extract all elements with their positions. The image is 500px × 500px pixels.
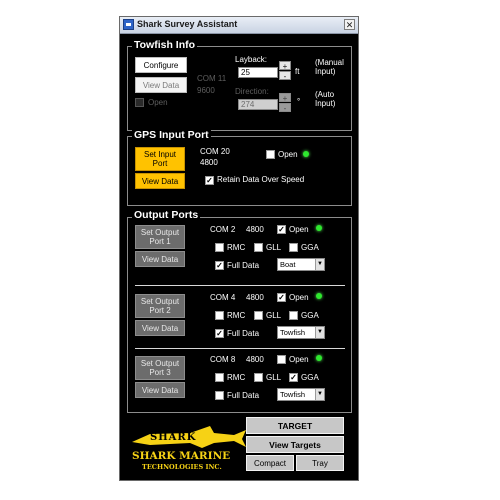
- port-1-gga-checkbox[interactable]: [289, 243, 298, 252]
- towfish-baud: 9600: [197, 86, 215, 95]
- window-title: Shark Survey Assistant: [137, 19, 238, 29]
- port-1-com: COM 2: [210, 225, 236, 234]
- output-ports-title: Output Ports: [132, 209, 201, 221]
- port-2-open-label: Open: [289, 293, 309, 302]
- view-targets-button[interactable]: View Targets: [246, 436, 344, 453]
- port-2-rmc-checkbox[interactable]: [215, 311, 224, 320]
- port-1-gga-label: GGA: [301, 243, 319, 252]
- gps-status-led: [303, 151, 309, 157]
- layback-input[interactable]: 25: [238, 67, 278, 78]
- port-separator-2: [135, 348, 345, 349]
- gps-open-checkbox[interactable]: [266, 150, 275, 159]
- logo-word: SHARK: [150, 432, 197, 443]
- direction-up-button[interactable]: +: [279, 93, 291, 103]
- port-1-full-data-checkbox[interactable]: ✓: [215, 261, 224, 270]
- port-separator-1: [135, 285, 345, 286]
- layback-label: Layback:: [235, 55, 268, 64]
- port-3-open-label: Open: [289, 355, 309, 364]
- gps-com: COM 20: [200, 147, 230, 156]
- tray-button[interactable]: Tray: [296, 455, 344, 471]
- port-1-view-data-button[interactable]: View Data: [135, 251, 185, 267]
- port-2-baud: 4800: [246, 293, 264, 302]
- port-3-gll-label: GLL: [266, 373, 282, 382]
- port-3-open-checkbox[interactable]: [277, 355, 286, 364]
- port-2-gga-checkbox[interactable]: [289, 311, 298, 320]
- port-1-status-led: [316, 225, 322, 231]
- towfish-open-label: Open: [148, 98, 168, 107]
- layback-down-button[interactable]: -: [279, 71, 291, 81]
- target-button[interactable]: TARGET: [246, 417, 344, 434]
- port-1-rmc-checkbox[interactable]: [215, 243, 224, 252]
- port-2-com: COM 4: [210, 293, 236, 302]
- port-3-full-data-checkbox[interactable]: [215, 391, 224, 400]
- gps-baud: 4800: [200, 158, 218, 167]
- port-1-source-select[interactable]: Boat ▼: [277, 258, 325, 271]
- port-1-gll-checkbox[interactable]: [254, 243, 263, 252]
- compact-button[interactable]: Compact: [246, 455, 294, 471]
- brand-line-1: SHARK MARINE: [132, 450, 231, 462]
- direction-label: Direction:: [235, 87, 269, 96]
- port-2-open-checkbox[interactable]: ✓: [277, 293, 286, 302]
- port-2-full-data-label: Full Data: [227, 329, 260, 338]
- port-3-rmc-label: RMC: [227, 373, 246, 382]
- direction-down-button[interactable]: -: [279, 103, 291, 113]
- port-2-gll-label: GLL: [266, 311, 282, 320]
- port-2-gga-label: GGA: [301, 311, 319, 320]
- port-2-source-select[interactable]: Towfish ▼: [277, 326, 325, 339]
- port-3-view-data-button[interactable]: View Data: [135, 382, 185, 398]
- port-3-com: COM 8: [210, 355, 236, 364]
- set-output-port-2-button[interactable]: Set Output Port 2: [135, 294, 185, 318]
- gps-input-title: GPS Input Port: [132, 129, 211, 141]
- direction-input[interactable]: 274: [238, 99, 278, 110]
- app-icon: [123, 19, 134, 30]
- set-input-port-button[interactable]: Set Input Port: [135, 147, 185, 171]
- port-1-open-checkbox[interactable]: ✓: [277, 225, 286, 234]
- port-3-source-value: Towfish: [280, 390, 306, 399]
- configure-button[interactable]: Configure: [135, 57, 187, 73]
- port-2-full-data-checkbox[interactable]: ✓: [215, 329, 224, 338]
- towfish-info-title: Towfish Info: [132, 39, 198, 51]
- port-1-baud: 4800: [246, 225, 264, 234]
- port-3-rmc-checkbox[interactable]: [215, 373, 224, 382]
- auto-input-note: (Auto Input): [315, 90, 336, 108]
- port-3-gll-checkbox[interactable]: [254, 373, 263, 382]
- port-1-gll-label: GLL: [266, 243, 282, 252]
- port-1-rmc-label: RMC: [227, 243, 246, 252]
- port-3-gga-checkbox[interactable]: ✓: [289, 373, 298, 382]
- port-2-view-data-button[interactable]: View Data: [135, 320, 185, 336]
- chevron-down-icon: ▼: [315, 259, 324, 270]
- gps-view-data-button[interactable]: View Data: [135, 173, 185, 189]
- towfish-open-checkbox[interactable]: [135, 98, 144, 107]
- brand-line-2: TECHNOLOGIES INC.: [142, 463, 222, 471]
- close-button[interactable]: ✕: [344, 19, 355, 30]
- chevron-down-icon: ▼: [315, 327, 324, 338]
- port-3-gga-label: GGA: [301, 373, 319, 382]
- towfish-view-data-button[interactable]: View Data: [135, 77, 187, 93]
- layback-up-button[interactable]: +: [279, 61, 291, 71]
- port-2-gll-checkbox[interactable]: [254, 311, 263, 320]
- app-window: Shark Survey Assistant ✕ Towfish Info Co…: [119, 16, 359, 481]
- port-1-source-value: Boat: [280, 260, 296, 269]
- title-bar[interactable]: Shark Survey Assistant ✕: [120, 17, 358, 34]
- chevron-down-icon: ▼: [315, 389, 324, 400]
- retain-data-checkbox[interactable]: ✓: [205, 176, 214, 185]
- towfish-com: COM 11: [197, 74, 227, 83]
- port-1-open-label: Open: [289, 225, 309, 234]
- direction-unit: °: [297, 97, 301, 106]
- layback-unit: ft: [295, 67, 300, 76]
- port-3-source-select[interactable]: Towfish ▼: [277, 388, 325, 401]
- set-output-port-3-button[interactable]: Set Output Port 3: [135, 356, 185, 380]
- port-2-status-led: [316, 293, 322, 299]
- port-2-source-value: Towfish: [280, 328, 306, 337]
- port-1-full-data-label: Full Data: [227, 261, 260, 270]
- set-output-port-1-button[interactable]: Set Output Port 1: [135, 225, 185, 249]
- gps-open-label: Open: [278, 150, 298, 159]
- port-2-rmc-label: RMC: [227, 311, 246, 320]
- retain-data-label: Retain Data Over Speed: [217, 175, 305, 184]
- port-3-baud: 4800: [246, 355, 264, 364]
- port-3-full-data-label: Full Data: [227, 391, 260, 400]
- manual-input-note: (Manual Input): [315, 58, 344, 76]
- port-3-status-led: [316, 355, 322, 361]
